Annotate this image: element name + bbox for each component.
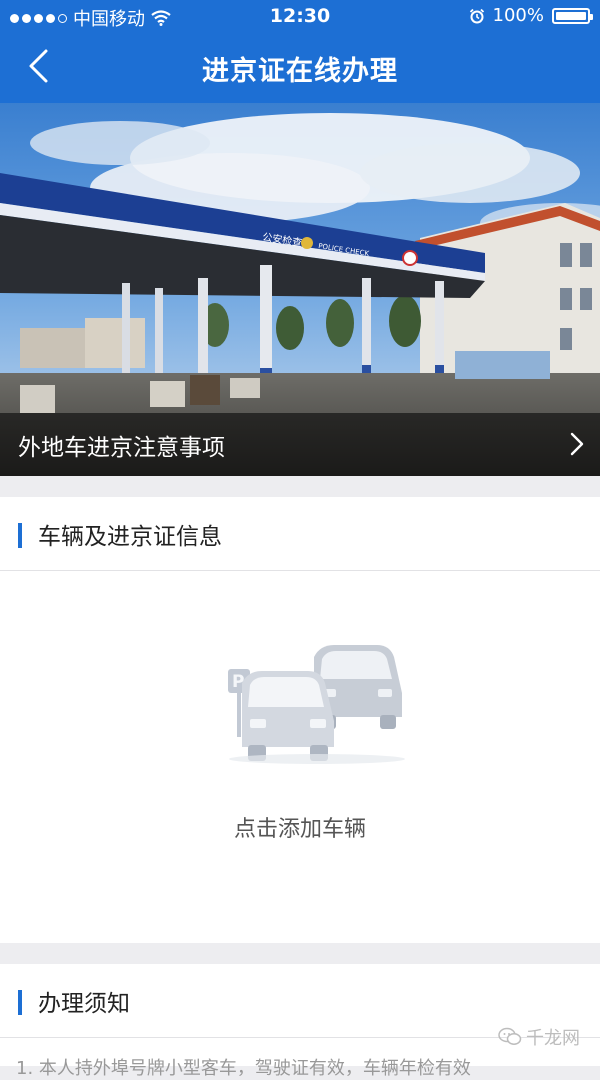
add-vehicle-label: 点击添加车辆	[233, 817, 366, 842]
app-header: 中国移动 12:30 100% 进京证在线办理	[0, 0, 600, 103]
notice-section-title: 办理须知	[38, 991, 130, 1017]
banner-caption: 外地车进京注意事项	[0, 413, 600, 476]
vehicle-section: 车辆及进京证信息 P 点击添加车辆	[0, 497, 600, 943]
chevron-right-icon	[570, 432, 584, 456]
accent-bar	[18, 523, 22, 548]
alarm-icon	[469, 8, 484, 23]
notice-section: 办理须知	[0, 964, 600, 1066]
vehicle-section-header: 车辆及进京证信息	[0, 497, 600, 571]
battery-percent: 100%	[492, 5, 544, 26]
accent-bar	[18, 990, 22, 1015]
wechat-logo-icon	[498, 1027, 522, 1045]
status-bar: 中国移动 12:30 100%	[0, 0, 600, 34]
vehicle-section-title: 车辆及进京证信息	[38, 524, 222, 550]
banner-caption-text: 外地车进京注意事项	[18, 435, 225, 461]
battery-icon	[552, 7, 593, 24]
status-right: 100%	[469, 5, 593, 26]
watermark-text: 千龙网	[526, 1028, 580, 1049]
vehicles-illustration-icon: P	[228, 645, 405, 764]
notice-body-text: 1. 本人持外埠号牌小型客车，驾驶证有效，车辆年检有效	[16, 1058, 471, 1079]
add-vehicle-button[interactable]: P 点击添加车辆	[0, 571, 600, 943]
notice-banner[interactable]: 公安检查 POLICE CHECK 外地车进京注意事项	[0, 103, 600, 476]
watermark: 千龙网	[498, 1024, 580, 1050]
page-title: 进京证在线办理	[202, 56, 398, 87]
